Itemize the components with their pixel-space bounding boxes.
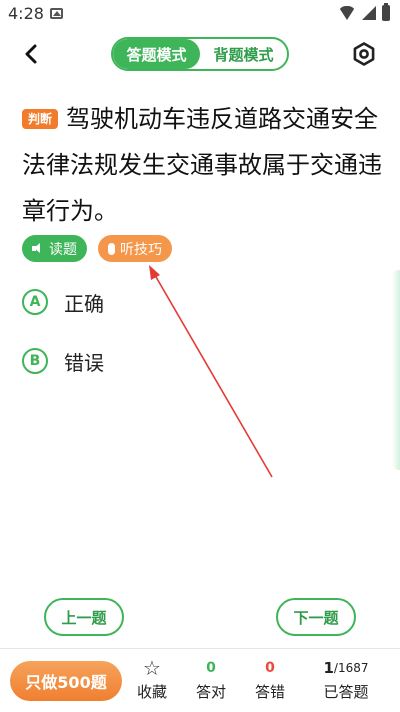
- option-letter: A: [22, 289, 48, 315]
- read-question-button[interactable]: 读题: [22, 235, 87, 262]
- previous-question-button[interactable]: 上一题: [44, 598, 124, 636]
- listen-tips-button[interactable]: 听技巧: [98, 235, 172, 262]
- progress-current: 1: [323, 659, 334, 677]
- tab-memorize-mode[interactable]: 背题模式: [200, 39, 287, 69]
- option-text: 正确: [64, 291, 104, 316]
- wrong-label: 答错: [254, 683, 285, 701]
- favorite-button[interactable]: ☆ 收藏: [127, 657, 177, 702]
- mic-icon: [108, 242, 115, 255]
- speaker-icon: [32, 243, 44, 254]
- settings-button[interactable]: [352, 42, 376, 66]
- image-icon: [50, 8, 63, 19]
- signal-icon: [362, 6, 376, 20]
- only-500-button[interactable]: 只做500题: [10, 661, 122, 701]
- wrong-stat[interactable]: 0 答错: [245, 657, 295, 702]
- answered-label: 已答题: [323, 683, 369, 701]
- battery-icon: [382, 3, 390, 21]
- progress-total: /1687: [333, 661, 369, 675]
- option-text: 错误: [64, 350, 104, 375]
- back-icon: [25, 44, 37, 64]
- wrong-count: 0: [265, 660, 275, 676]
- bottom-bar: 只做500题 ☆ 收藏 0 答对 0 答错 1/1687 已答题: [0, 648, 400, 712]
- tab-answer-mode[interactable]: 答题模式: [113, 39, 200, 69]
- question: 判断 驾驶机动车违反道路交通安全法律法规发生交通事故属于交通违章行为。: [22, 96, 382, 234]
- correct-stat[interactable]: 0 答对: [186, 657, 236, 702]
- answered-stat[interactable]: 1/1687 已答题: [315, 657, 377, 702]
- favorite-label: 收藏: [136, 683, 167, 701]
- status-bar: 4:28: [0, 0, 400, 28]
- option-b[interactable]: B 错误: [22, 346, 104, 376]
- next-question-button[interactable]: 下一题: [276, 598, 356, 636]
- wifi-icon: [338, 6, 356, 20]
- mode-switch: 答题模式 背题模式: [111, 37, 289, 71]
- settings-icon: [353, 42, 375, 66]
- back-button[interactable]: [18, 40, 46, 68]
- listen-tips-label: 听技巧: [120, 241, 162, 258]
- option-a[interactable]: A 正确: [22, 287, 104, 317]
- status-icons: [338, 3, 390, 21]
- progress-counter: 1/1687: [315, 657, 377, 679]
- edge-swipe-hint[interactable]: [392, 270, 400, 470]
- status-time: 4:28: [8, 4, 44, 23]
- correct-label: 答对: [195, 683, 226, 701]
- correct-count: 0: [206, 660, 216, 676]
- read-question-label: 读题: [49, 241, 77, 258]
- question-type-badge: 判断: [22, 109, 59, 129]
- star-icon: ☆: [143, 656, 161, 680]
- option-letter: B: [22, 348, 48, 374]
- question-text: 驾驶机动车违反道路交通安全法律法规发生交通事故属于交通违章行为。: [22, 105, 382, 225]
